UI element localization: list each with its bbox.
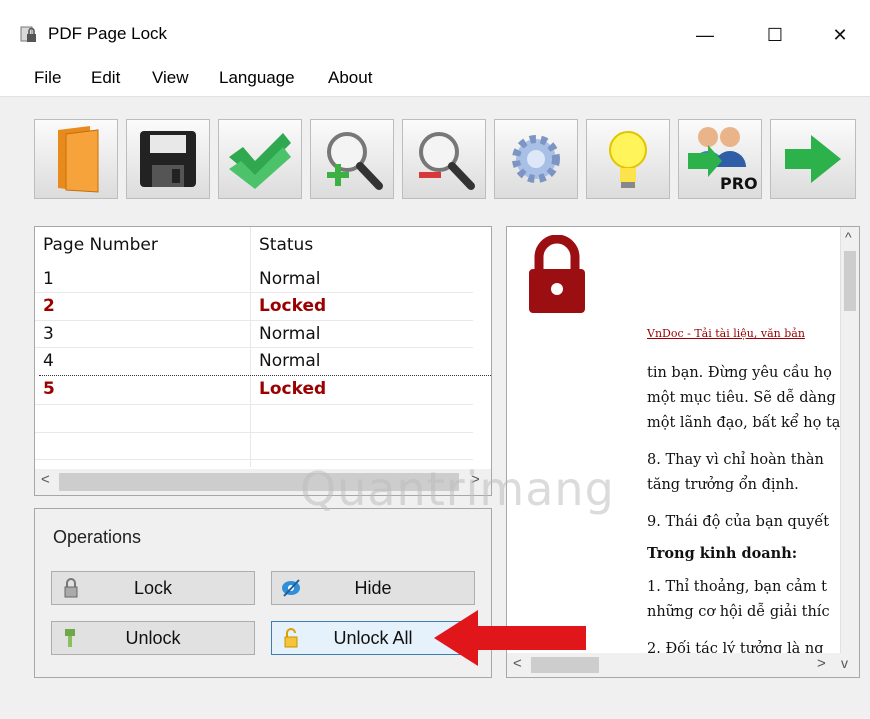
row-divider: [35, 404, 473, 405]
hide-button[interactable]: Hide: [271, 571, 475, 605]
status-cell: Locked: [259, 379, 327, 399]
status-cell: Normal: [259, 351, 321, 371]
page-number-cell: 2: [43, 296, 55, 316]
save-button[interactable]: [126, 119, 210, 199]
gear-icon: [512, 135, 560, 183]
page-number-cell: 5: [43, 379, 55, 399]
next-button[interactable]: [770, 119, 856, 199]
lock-icon: [529, 235, 585, 313]
users-pro-icon: PRO: [688, 127, 758, 193]
page-number-cell: 3: [43, 324, 54, 344]
lock-label: Lock: [133, 578, 173, 598]
preview-text-line: tăng trưởng ổn định.: [647, 477, 799, 493]
column-header-status[interactable]: Status: [259, 235, 313, 255]
lock-button[interactable]: Lock: [51, 571, 255, 605]
row-divider: [35, 292, 473, 293]
row-divider: [35, 432, 473, 433]
preview-text-line: tin bạn. Đừng yêu cầu họ: [647, 365, 832, 381]
menu-file[interactable]: File: [34, 68, 61, 88]
unlock-label: Unlock: [125, 628, 181, 648]
close-button[interactable]: ✕: [815, 18, 865, 52]
title-bar: PDF Page Lock — ☐ ✕: [0, 0, 870, 62]
scroll-right-arrow[interactable]: >: [817, 655, 826, 672]
zoom-out-button[interactable]: [402, 119, 486, 199]
preview-text-line: 9. Thái độ của bạn quyết: [647, 514, 830, 530]
menu-bar: File Edit View Language About: [0, 62, 870, 97]
zoom-out-icon: [419, 132, 475, 190]
double-check-icon: [229, 133, 291, 189]
preview-text-line: 1. Thỉ thoảng, bạn cảm t: [647, 579, 827, 595]
maximize-button[interactable]: ☐: [750, 18, 800, 52]
page-list: Page Number Status 1 Normal 2 Locked 3 N…: [34, 226, 492, 496]
vertical-scrollbar[interactable]: ^: [840, 227, 859, 653]
row-divider: [35, 320, 473, 321]
preview-text-line: một lãnh đạo, bất kể họ tạ: [647, 415, 841, 431]
settings-button[interactable]: [494, 119, 578, 199]
row-divider: [35, 459, 473, 460]
preview-text-line: những cơ hội dễ giải thíc: [647, 604, 830, 620]
toolbar: PRO: [34, 119, 864, 201]
menu-about[interactable]: About: [328, 68, 372, 88]
unlock-button[interactable]: Unlock: [51, 621, 255, 655]
light-bulb-icon: [609, 131, 647, 188]
status-cell: Normal: [259, 324, 321, 344]
pro-button[interactable]: PRO: [678, 119, 762, 199]
app-lock-icon: [20, 26, 36, 42]
operations-group: Operations Lock Hide Unlock Unlock All: [34, 508, 492, 678]
row-divider: [35, 347, 473, 348]
scroll-thumb[interactable]: [844, 251, 856, 311]
status-cell: Locked: [259, 296, 327, 316]
preview-text-line: 8. Thay vì chỉ hoàn thàn: [647, 452, 824, 468]
open-button[interactable]: [34, 119, 118, 199]
arrow-right-icon: [785, 135, 841, 183]
watermark: Quantrimang: [300, 462, 615, 516]
preview-header-link[interactable]: VnDoc - Tải tài liệu, văn bản: [647, 327, 805, 340]
zoom-in-button[interactable]: [310, 119, 394, 199]
zoom-in-icon: [327, 132, 383, 190]
preview-heading: Trong kinh doanh:: [647, 545, 798, 562]
menu-language[interactable]: Language: [219, 68, 295, 88]
tips-button[interactable]: [586, 119, 670, 199]
operations-title: Operations: [53, 527, 142, 547]
folder-icon: [58, 126, 99, 193]
column-header-page-number[interactable]: Page Number: [43, 235, 158, 255]
preview-text-line: một mục tiêu. Sẽ dễ dàng: [647, 390, 836, 406]
apply-button[interactable]: [218, 119, 302, 199]
svg-text:PRO: PRO: [720, 174, 758, 193]
minimize-button[interactable]: —: [680, 18, 730, 52]
menu-view[interactable]: View: [152, 68, 189, 88]
status-cell: Normal: [259, 269, 321, 289]
window-title: PDF Page Lock: [48, 24, 168, 43]
floppy-disk-icon: [140, 131, 196, 187]
page-number-cell: 4: [43, 351, 54, 371]
scroll-up-arrow[interactable]: ^: [845, 229, 852, 245]
hide-label: Hide: [354, 578, 392, 598]
scroll-left-arrow[interactable]: <: [41, 471, 50, 488]
annotation-arrow: [434, 610, 586, 666]
menu-edit[interactable]: Edit: [91, 68, 120, 88]
scroll-down-arrow[interactable]: v: [841, 655, 848, 671]
table-row-selected[interactable]: 5 Locked: [39, 375, 491, 403]
page-number-cell: 1: [43, 269, 54, 289]
